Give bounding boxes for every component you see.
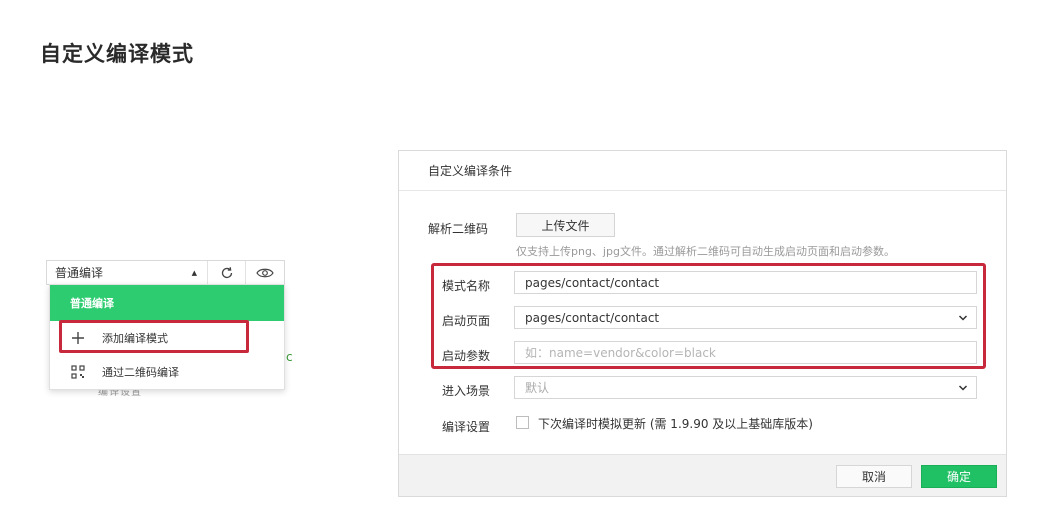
dropdown-item-normal-compile[interactable]: 普通编译 (50, 285, 284, 321)
page-title: 自定义编译模式 (40, 42, 194, 66)
partial-text: c (286, 350, 293, 364)
compile-toolbar: 普通编译 ▲ (46, 260, 285, 285)
dialog-header: 自定义编译条件 (399, 151, 1006, 191)
dialog-footer (399, 454, 1006, 496)
scene-label: 进入场景 (442, 384, 491, 398)
compile-mode-value: 普通编译 (55, 266, 104, 280)
cancel-button[interactable]: 取消 (836, 465, 912, 488)
simulate-update-label: 下次编译时模拟更新 (需 1.9.90 及以上基础库版本) (538, 417, 813, 431)
highlight-box-mode-fields (431, 263, 986, 369)
custom-compile-dialog: 自定义编译条件 解析二维码 上传文件 仅支持上传png、jpg文件。通过解析二维… (398, 150, 1007, 497)
qrcode-label: 解析二维码 (428, 222, 489, 236)
highlight-box-add-mode (59, 320, 249, 353)
refresh-button[interactable] (208, 261, 246, 284)
upload-file-button[interactable]: 上传文件 (516, 213, 615, 237)
upload-hint: 仅支持上传png、jpg文件。通过解析二维码可自动生成启动页面和启动参数。 (516, 245, 895, 258)
compile-mode-select[interactable]: 普通编译 ▲ (47, 261, 208, 284)
dialog-title: 自定义编译条件 (428, 164, 513, 178)
dropdown-item-label: 普通编译 (70, 297, 114, 310)
compile-settings-label: 编译设置 (442, 420, 491, 434)
confirm-button[interactable]: 确定 (921, 465, 997, 488)
chevron-down-icon (958, 384, 968, 391)
dropdown-item-label: 通过二维码编译 (102, 366, 179, 379)
eye-icon (256, 268, 274, 277)
scene-select[interactable]: 默认 (514, 376, 977, 399)
qrcode-icon (70, 364, 86, 380)
simulate-update-checkbox[interactable] (516, 416, 529, 429)
dropdown-item-qrcode-compile[interactable]: 通过二维码编译 (50, 355, 284, 389)
scene-value: 默认 (525, 381, 550, 395)
caret-up-icon: ▲ (191, 268, 197, 277)
preview-button[interactable] (246, 261, 284, 284)
refresh-icon (221, 266, 232, 278)
